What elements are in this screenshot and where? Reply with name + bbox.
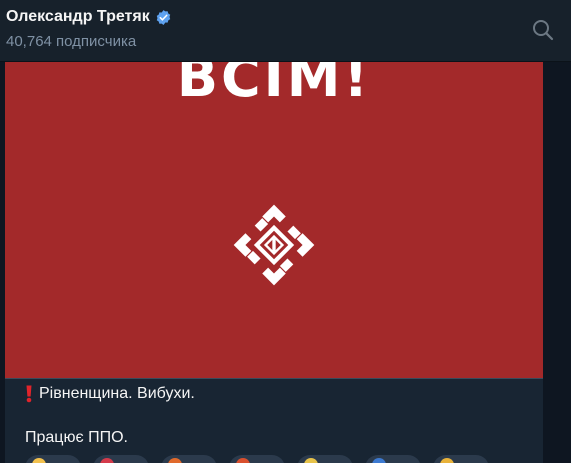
- heart-emoji-icon: [100, 458, 114, 463]
- chat-header[interactable]: Олександр Третяк 40,764 подписчика: [0, 0, 571, 62]
- subscriber-count: 40,764 подписчика: [6, 33, 137, 50]
- red-exclamation-icon: [25, 385, 33, 403]
- telegram-window: Олександр Третяк 40,764 подписчика ВСІМ!: [0, 0, 571, 463]
- reaction-thumbs-up[interactable]: [25, 455, 81, 463]
- reaction-heart[interactable]: [93, 455, 149, 463]
- reaction-smile[interactable]: [433, 455, 489, 463]
- party-emoji-icon: [304, 458, 318, 463]
- reaction-angry[interactable]: [229, 455, 285, 463]
- post-caption: Рівненщина. Вибухи. Працює ППО.: [25, 383, 525, 449]
- reaction-fire[interactable]: [161, 455, 217, 463]
- caption-line-1: Рівненщина. Вибухи.: [25, 383, 525, 405]
- reaction-party[interactable]: [297, 455, 353, 463]
- caption-text-2: Працює ППО.: [25, 429, 128, 446]
- smile-emoji-icon: [440, 458, 454, 463]
- diamond-emblem-icon: [233, 204, 315, 286]
- channel-post[interactable]: ВСІМ! Рівненщина. Вибухи. Працює ППО.: [5, 62, 543, 463]
- search-icon: [533, 20, 554, 41]
- reaction-blue[interactable]: [365, 455, 421, 463]
- fire-emoji-icon: [168, 458, 182, 463]
- channel-name[interactable]: Олександр Третяк: [6, 7, 150, 27]
- search-button[interactable]: [531, 18, 555, 42]
- thumbs-up-emoji-icon: [32, 458, 46, 463]
- image-headline: ВСІМ!: [176, 62, 372, 109]
- post-image[interactable]: ВСІМ!: [5, 62, 543, 379]
- angry-emoji-icon: [236, 458, 250, 463]
- channel-title-row: Олександр Третяк: [6, 7, 172, 27]
- blue-emoji-icon: [372, 458, 386, 463]
- verified-badge-icon: [155, 9, 172, 26]
- reactions-row: [25, 455, 489, 463]
- caption-text-1: Рівненщина. Вибухи.: [39, 385, 195, 402]
